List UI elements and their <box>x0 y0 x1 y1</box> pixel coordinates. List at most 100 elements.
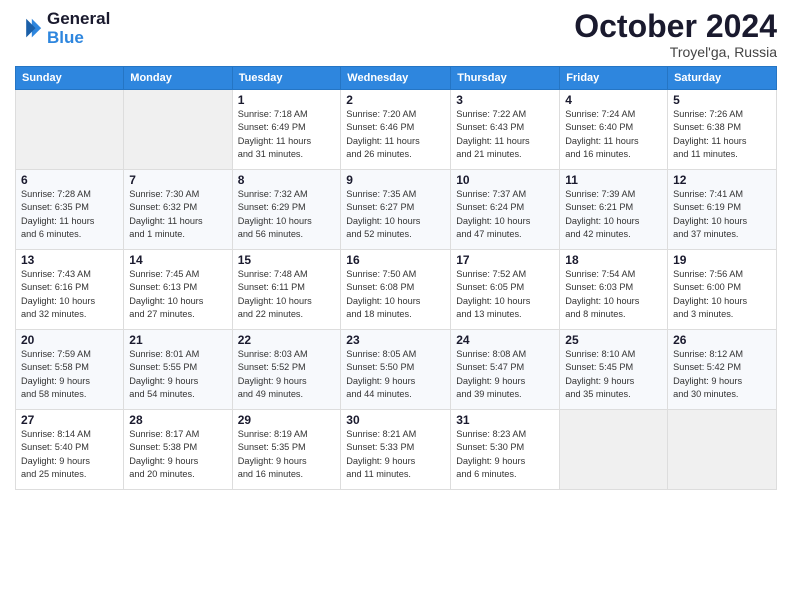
day-number: 28 <box>129 413 226 427</box>
calendar-cell: 5Sunrise: 7:26 AM Sunset: 6:38 PM Daylig… <box>668 90 777 170</box>
day-info: Sunrise: 7:20 AM Sunset: 6:46 PM Dayligh… <box>346 108 445 161</box>
calendar-cell: 15Sunrise: 7:48 AM Sunset: 6:11 PM Dayli… <box>232 250 341 330</box>
day-info: Sunrise: 8:10 AM Sunset: 5:45 PM Dayligh… <box>565 348 662 401</box>
logo-icon <box>15 15 43 43</box>
day-info: Sunrise: 8:03 AM Sunset: 5:52 PM Dayligh… <box>238 348 336 401</box>
logo-blue: Blue <box>47 29 110 48</box>
day-number: 11 <box>565 173 662 187</box>
calendar-cell: 30Sunrise: 8:21 AM Sunset: 5:33 PM Dayli… <box>341 410 451 490</box>
day-number: 1 <box>238 93 336 107</box>
calendar-cell: 19Sunrise: 7:56 AM Sunset: 6:00 PM Dayli… <box>668 250 777 330</box>
day-info: Sunrise: 7:18 AM Sunset: 6:49 PM Dayligh… <box>238 108 336 161</box>
day-info: Sunrise: 8:08 AM Sunset: 5:47 PM Dayligh… <box>456 348 554 401</box>
month-title: October 2024 <box>574 10 777 42</box>
day-number: 23 <box>346 333 445 347</box>
weekday-header: Tuesday <box>232 67 341 90</box>
logo: General Blue <box>15 10 110 47</box>
calendar-cell: 10Sunrise: 7:37 AM Sunset: 6:24 PM Dayli… <box>451 170 560 250</box>
day-info: Sunrise: 8:17 AM Sunset: 5:38 PM Dayligh… <box>129 428 226 481</box>
calendar-cell: 12Sunrise: 7:41 AM Sunset: 6:19 PM Dayli… <box>668 170 777 250</box>
calendar-cell <box>560 410 668 490</box>
calendar-cell: 18Sunrise: 7:54 AM Sunset: 6:03 PM Dayli… <box>560 250 668 330</box>
calendar-cell <box>124 90 232 170</box>
weekday-header: Wednesday <box>341 67 451 90</box>
weekday-header: Thursday <box>451 67 560 90</box>
calendar-cell: 27Sunrise: 8:14 AM Sunset: 5:40 PM Dayli… <box>16 410 124 490</box>
day-number: 19 <box>673 253 771 267</box>
calendar-cell: 25Sunrise: 8:10 AM Sunset: 5:45 PM Dayli… <box>560 330 668 410</box>
day-info: Sunrise: 7:52 AM Sunset: 6:05 PM Dayligh… <box>456 268 554 321</box>
calendar-cell: 28Sunrise: 8:17 AM Sunset: 5:38 PM Dayli… <box>124 410 232 490</box>
calendar-week-row: 27Sunrise: 8:14 AM Sunset: 5:40 PM Dayli… <box>16 410 777 490</box>
calendar-cell: 26Sunrise: 8:12 AM Sunset: 5:42 PM Dayli… <box>668 330 777 410</box>
calendar-week-row: 13Sunrise: 7:43 AM Sunset: 6:16 PM Dayli… <box>16 250 777 330</box>
day-number: 20 <box>21 333 118 347</box>
day-number: 31 <box>456 413 554 427</box>
day-number: 24 <box>456 333 554 347</box>
day-number: 26 <box>673 333 771 347</box>
calendar-cell: 11Sunrise: 7:39 AM Sunset: 6:21 PM Dayli… <box>560 170 668 250</box>
day-info: Sunrise: 7:32 AM Sunset: 6:29 PM Dayligh… <box>238 188 336 241</box>
day-number: 18 <box>565 253 662 267</box>
weekday-header: Monday <box>124 67 232 90</box>
calendar-cell: 22Sunrise: 8:03 AM Sunset: 5:52 PM Dayli… <box>232 330 341 410</box>
calendar-cell: 21Sunrise: 8:01 AM Sunset: 5:55 PM Dayli… <box>124 330 232 410</box>
calendar-cell: 24Sunrise: 8:08 AM Sunset: 5:47 PM Dayli… <box>451 330 560 410</box>
calendar-week-row: 20Sunrise: 7:59 AM Sunset: 5:58 PM Dayli… <box>16 330 777 410</box>
day-number: 14 <box>129 253 226 267</box>
day-info: Sunrise: 7:37 AM Sunset: 6:24 PM Dayligh… <box>456 188 554 241</box>
calendar-cell: 17Sunrise: 7:52 AM Sunset: 6:05 PM Dayli… <box>451 250 560 330</box>
day-info: Sunrise: 7:35 AM Sunset: 6:27 PM Dayligh… <box>346 188 445 241</box>
logo-general: General <box>47 9 110 28</box>
calendar-week-row: 6Sunrise: 7:28 AM Sunset: 6:35 PM Daylig… <box>16 170 777 250</box>
day-info: Sunrise: 8:19 AM Sunset: 5:35 PM Dayligh… <box>238 428 336 481</box>
calendar-cell: 8Sunrise: 7:32 AM Sunset: 6:29 PM Daylig… <box>232 170 341 250</box>
calendar-cell: 29Sunrise: 8:19 AM Sunset: 5:35 PM Dayli… <box>232 410 341 490</box>
day-info: Sunrise: 8:21 AM Sunset: 5:33 PM Dayligh… <box>346 428 445 481</box>
day-info: Sunrise: 8:12 AM Sunset: 5:42 PM Dayligh… <box>673 348 771 401</box>
calendar-cell <box>16 90 124 170</box>
day-number: 5 <box>673 93 771 107</box>
day-number: 2 <box>346 93 445 107</box>
day-info: Sunrise: 7:45 AM Sunset: 6:13 PM Dayligh… <box>129 268 226 321</box>
day-info: Sunrise: 7:26 AM Sunset: 6:38 PM Dayligh… <box>673 108 771 161</box>
day-number: 16 <box>346 253 445 267</box>
day-info: Sunrise: 7:24 AM Sunset: 6:40 PM Dayligh… <box>565 108 662 161</box>
calendar-cell: 16Sunrise: 7:50 AM Sunset: 6:08 PM Dayli… <box>341 250 451 330</box>
day-info: Sunrise: 7:48 AM Sunset: 6:11 PM Dayligh… <box>238 268 336 321</box>
day-info: Sunrise: 7:22 AM Sunset: 6:43 PM Dayligh… <box>456 108 554 161</box>
day-info: Sunrise: 7:43 AM Sunset: 6:16 PM Dayligh… <box>21 268 118 321</box>
calendar-cell: 4Sunrise: 7:24 AM Sunset: 6:40 PM Daylig… <box>560 90 668 170</box>
calendar-cell: 20Sunrise: 7:59 AM Sunset: 5:58 PM Dayli… <box>16 330 124 410</box>
day-number: 7 <box>129 173 226 187</box>
day-info: Sunrise: 7:54 AM Sunset: 6:03 PM Dayligh… <box>565 268 662 321</box>
calendar-cell: 7Sunrise: 7:30 AM Sunset: 6:32 PM Daylig… <box>124 170 232 250</box>
day-info: Sunrise: 8:23 AM Sunset: 5:30 PM Dayligh… <box>456 428 554 481</box>
day-info: Sunrise: 7:41 AM Sunset: 6:19 PM Dayligh… <box>673 188 771 241</box>
day-number: 22 <box>238 333 336 347</box>
weekday-header: Sunday <box>16 67 124 90</box>
day-info: Sunrise: 7:50 AM Sunset: 6:08 PM Dayligh… <box>346 268 445 321</box>
day-number: 13 <box>21 253 118 267</box>
day-number: 25 <box>565 333 662 347</box>
day-info: Sunrise: 7:59 AM Sunset: 5:58 PM Dayligh… <box>21 348 118 401</box>
day-number: 27 <box>21 413 118 427</box>
calendar-cell: 13Sunrise: 7:43 AM Sunset: 6:16 PM Dayli… <box>16 250 124 330</box>
calendar-cell <box>668 410 777 490</box>
calendar-week-row: 1Sunrise: 7:18 AM Sunset: 6:49 PM Daylig… <box>16 90 777 170</box>
day-number: 29 <box>238 413 336 427</box>
day-number: 4 <box>565 93 662 107</box>
calendar-cell: 3Sunrise: 7:22 AM Sunset: 6:43 PM Daylig… <box>451 90 560 170</box>
calendar-cell: 14Sunrise: 7:45 AM Sunset: 6:13 PM Dayli… <box>124 250 232 330</box>
calendar-cell: 9Sunrise: 7:35 AM Sunset: 6:27 PM Daylig… <box>341 170 451 250</box>
title-block: October 2024 Troyel'ga, Russia <box>574 10 777 60</box>
calendar-cell: 2Sunrise: 7:20 AM Sunset: 6:46 PM Daylig… <box>341 90 451 170</box>
calendar-cell: 1Sunrise: 7:18 AM Sunset: 6:49 PM Daylig… <box>232 90 341 170</box>
calendar-cell: 6Sunrise: 7:28 AM Sunset: 6:35 PM Daylig… <box>16 170 124 250</box>
weekday-header: Saturday <box>668 67 777 90</box>
day-info: Sunrise: 8:01 AM Sunset: 5:55 PM Dayligh… <box>129 348 226 401</box>
page: General Blue October 2024 Troyel'ga, Rus… <box>0 0 792 612</box>
day-info: Sunrise: 7:56 AM Sunset: 6:00 PM Dayligh… <box>673 268 771 321</box>
day-number: 3 <box>456 93 554 107</box>
day-info: Sunrise: 7:39 AM Sunset: 6:21 PM Dayligh… <box>565 188 662 241</box>
